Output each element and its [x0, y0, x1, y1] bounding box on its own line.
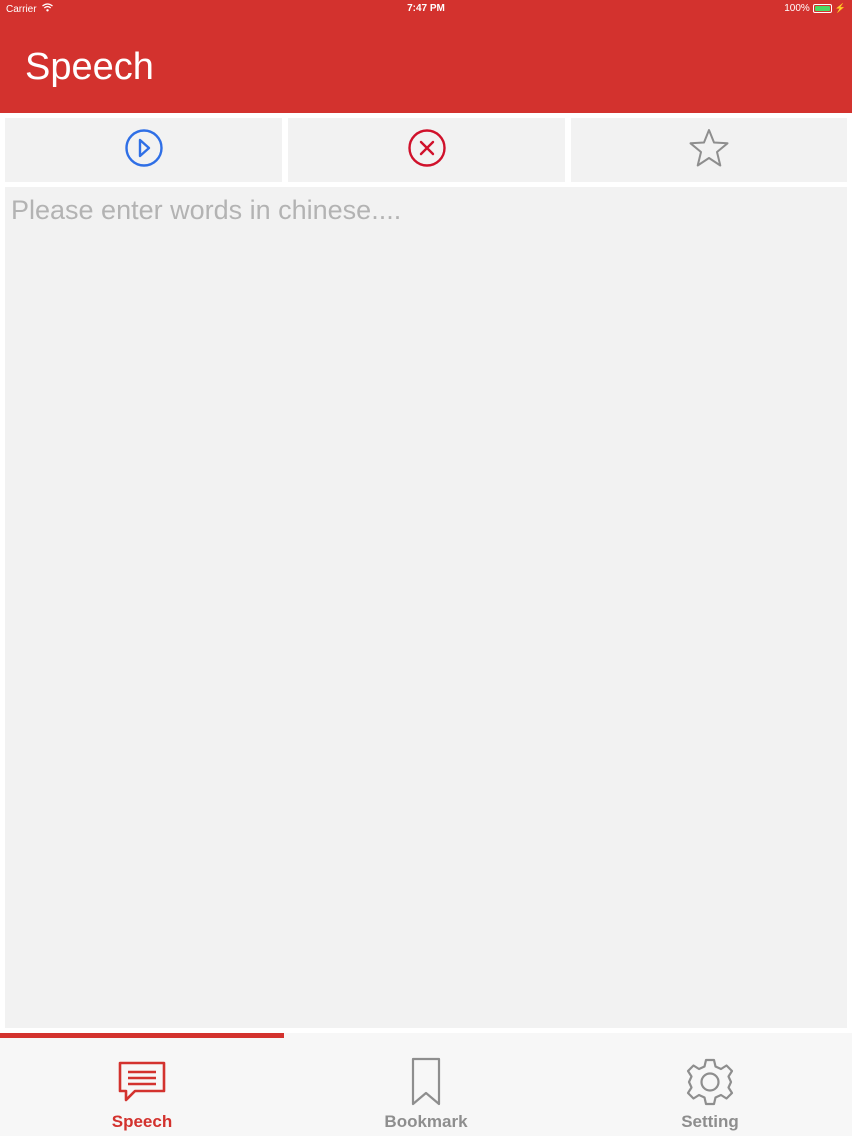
chinese-text-input[interactable]	[5, 187, 847, 1028]
tab-setting-label: Setting	[681, 1112, 739, 1131]
star-icon	[688, 127, 730, 174]
bookmark-icon	[411, 1057, 441, 1107]
battery-icon	[812, 4, 832, 13]
action-toolbar	[0, 113, 852, 185]
status-bar: Carrier 7:47 PM 100% ⚡	[0, 0, 852, 18]
gear-icon	[685, 1057, 735, 1107]
tab-bookmark-label: Bookmark	[384, 1112, 468, 1131]
speech-bubble-icon	[117, 1057, 167, 1107]
page-title: Speech	[25, 46, 154, 88]
charging-icon: ⚡	[834, 3, 846, 13]
status-time: 7:47 PM	[407, 3, 445, 14]
navigation-bar: Speech	[0, 18, 852, 113]
play-button[interactable]	[5, 118, 282, 182]
tab-speech-label: Speech	[111, 1112, 173, 1131]
play-circle-icon	[124, 128, 164, 173]
clear-button[interactable]	[288, 118, 565, 182]
tab-bar: Speech Bookmark Setting	[0, 1033, 852, 1136]
favorite-button[interactable]	[571, 118, 847, 182]
text-input-container	[5, 187, 847, 1028]
tab-bookmark[interactable]: Bookmark	[284, 1038, 568, 1136]
tab-speech[interactable]: Speech	[0, 1038, 284, 1136]
status-right: 100% ⚡	[784, 3, 846, 14]
tab-setting[interactable]: Setting	[568, 1038, 852, 1136]
battery-percent: 100%	[784, 3, 810, 14]
close-circle-icon	[407, 128, 447, 173]
